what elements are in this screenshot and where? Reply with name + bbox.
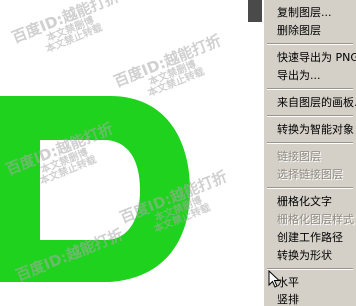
menu-item-artboard-from-layers[interactable]: 来自图层的画板... [263, 94, 356, 112]
menu-item-convert-to-shape[interactable]: 转换为形状 [263, 247, 356, 265]
green-letter-d-shape [0, 96, 190, 282]
menu-item-rasterize-layer-style[interactable]: 栅格化图层样式 [263, 211, 356, 229]
menu-item-duplicate-layer[interactable]: 复制图层... [263, 4, 356, 22]
menu-item-link-layers[interactable]: 链接图层 [263, 148, 356, 166]
layer-context-menu: 复制图层... 删除图层 快速导出为 PNG 导出为... 来自图层的画板...… [262, 0, 356, 306]
photoshop-workspace: 百度ID:越能打折 本文禁删博 本文禁止转载 百度ID:越能打折 本文禁删博 本… [0, 0, 356, 306]
menu-item-delete-layer[interactable]: 删除图层 [263, 22, 356, 40]
arrow-cursor-icon [268, 270, 280, 288]
menu-item-rasterize-type[interactable]: 栅格化文字 [263, 193, 356, 211]
menu-item-create-work-path[interactable]: 创建工作路径 [263, 229, 356, 247]
menu-separator [267, 88, 353, 90]
menu-separator [267, 142, 353, 144]
menu-separator [267, 115, 353, 117]
menu-item-vertical[interactable]: 竖排 [263, 291, 356, 306]
menu-item-export-as[interactable]: 导出为... [263, 67, 356, 85]
menu-separator [267, 43, 353, 45]
menu-item-select-linked-layers[interactable]: 选择链接图层 [263, 166, 356, 184]
menu-item-quick-export-png[interactable]: 快速导出为 PNG [263, 49, 356, 67]
menu-item-convert-to-smart-object[interactable]: 转换为智能对象 [263, 121, 356, 139]
menu-separator [267, 187, 353, 189]
canvas-dark-edge [248, 0, 262, 22]
document-canvas[interactable]: 百度ID:越能打折 本文禁删博 本文禁止转载 百度ID:越能打折 本文禁删博 本… [0, 0, 262, 306]
